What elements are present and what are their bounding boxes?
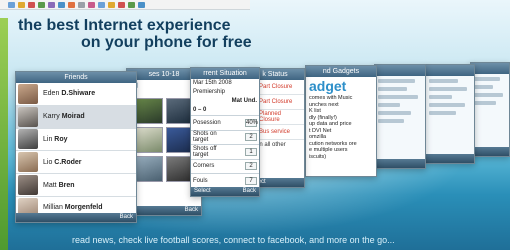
toolbar-icon[interactable] [18, 2, 25, 8]
toolbar-icon[interactable] [118, 2, 125, 8]
stat-row: Posession 40% [191, 115, 259, 130]
phone-softkeys: Select Back [191, 187, 259, 196]
phone-softkeys: Back [127, 206, 201, 215]
back-softkey[interactable]: Back [243, 187, 256, 196]
toolbar-icon[interactable] [28, 2, 35, 8]
friend-list-item[interactable]: Karry Moirad [16, 105, 136, 129]
phone-softkeys [426, 154, 474, 163]
toolbar-icon[interactable] [48, 2, 55, 8]
gadget-line[interactable]: iscuits) [306, 154, 376, 161]
avatar [18, 106, 38, 127]
toolbar-icon[interactable] [58, 2, 65, 8]
phone-softkeys [375, 159, 425, 168]
toolbar-icon[interactable] [8, 2, 15, 8]
friend-list-item[interactable]: Lio C.Roder [16, 151, 136, 175]
football-score-screen: rrent Situation Mar 15th 2008 Premiershi… [190, 67, 260, 197]
football-title: rrent Situation [191, 68, 259, 79]
friends-screen: Friends Eden D.Shiware Karry Moirad Lin … [15, 71, 137, 223]
headline: the best Internet experience on your pho… [18, 17, 252, 51]
friend-list-item[interactable]: Eden D.Shiware [16, 83, 136, 106]
phone-title-bar [471, 63, 509, 74]
toolbar-icon[interactable] [138, 2, 145, 8]
gadget-logo: adget [309, 78, 347, 94]
back-softkey[interactable]: Back [185, 206, 198, 215]
headline-line-1: the best Internet experience [18, 17, 231, 34]
toolbar-icon[interactable] [78, 2, 85, 8]
avatar [18, 175, 38, 196]
team-name: Mat Und. [231, 98, 257, 104]
decorative-band [0, 18, 8, 250]
stat-row: Shots off target 1 [191, 144, 259, 159]
friend-list-item[interactable]: Lin Roy [16, 129, 136, 152]
toolbar-icon[interactable] [108, 2, 115, 8]
back-softkey[interactable]: Back [120, 213, 133, 222]
gadget-news-screen: nd Gadgets adget comes with Music unches… [305, 65, 377, 177]
match-score: 0 – 0 [193, 107, 207, 113]
stat-row: Shots on target 2 [191, 129, 259, 145]
gadget-title: nd Gadgets [306, 66, 376, 77]
avatar [18, 129, 38, 150]
phone-screen-extra-2 [425, 64, 475, 164]
phone-title-bar [375, 65, 425, 76]
stat-row: Fouls 7 [191, 173, 259, 188]
league-name: Premiership [193, 89, 226, 95]
friend-list-item[interactable]: Matt Bren [16, 174, 136, 197]
headline-line-2: on your phone for free [81, 34, 252, 51]
phone-softkeys [471, 147, 509, 156]
toolbar-icon[interactable] [68, 2, 75, 8]
footer-tagline: read news, check live football scores, c… [72, 235, 395, 245]
toolbar-icon[interactable] [128, 2, 135, 8]
phone-title-bar [426, 65, 474, 76]
avatar [18, 83, 38, 104]
stat-row: Corners 2 [191, 158, 259, 174]
avatar [18, 152, 38, 173]
promo-banner: the best Internet experience on your pho… [0, 0, 510, 250]
toolbar-icon[interactable] [88, 2, 95, 8]
toolbar-icon[interactable] [38, 2, 45, 8]
toolbar-icon[interactable] [98, 2, 105, 8]
phone-softkeys: Back [16, 213, 136, 222]
match-date: Mar 15th 2008 [193, 80, 232, 86]
phone-screen-extra-1 [374, 64, 426, 169]
friends-title: Friends [16, 72, 136, 83]
phone-screen-extra-3 [470, 62, 510, 157]
browser-toolbar-strip [0, 0, 250, 10]
select-softkey[interactable]: Select [194, 187, 211, 196]
